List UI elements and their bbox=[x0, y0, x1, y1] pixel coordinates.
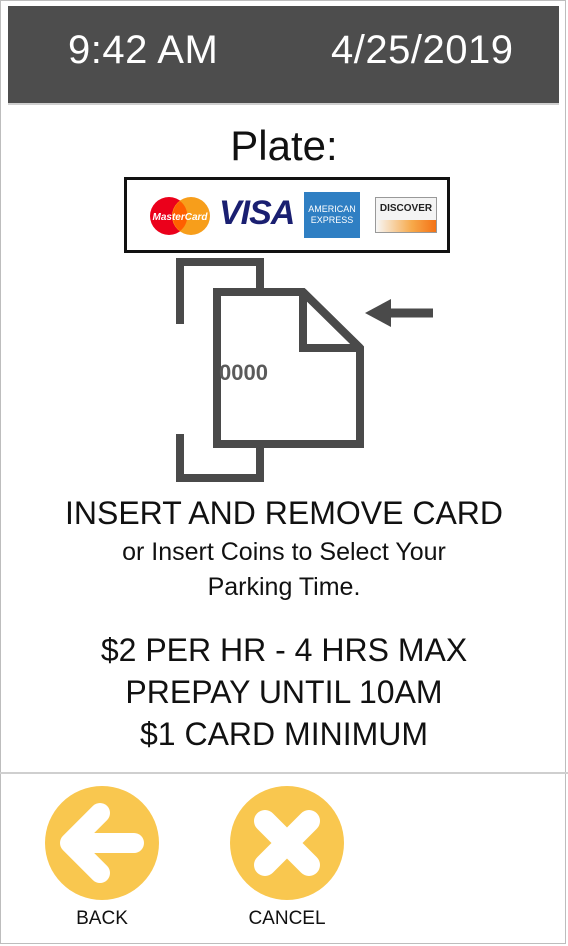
amex-logo: AMERICAN EXPRESS bbox=[304, 192, 360, 238]
amex-text-line1: AMERICAN bbox=[308, 204, 356, 214]
footer-divider bbox=[0, 772, 568, 774]
mastercard-logo: MasterCard bbox=[150, 197, 210, 235]
coins-instruction-line1: or Insert Coins to Select Your bbox=[122, 538, 446, 566]
clock-time: 9:42 AM bbox=[68, 28, 219, 72]
insert-card-instruction: INSERT AND REMOVE CARD bbox=[64, 495, 503, 531]
insert-card-icon: 0000 bbox=[176, 258, 433, 482]
x-icon[interactable] bbox=[229, 785, 345, 901]
rate-line: $1 CARD MINIMUM bbox=[139, 716, 428, 752]
rate-line: PREPAY UNTIL 10AM bbox=[125, 674, 443, 710]
left-arrow-icon[interactable] bbox=[44, 785, 160, 901]
discover-stripe bbox=[376, 220, 436, 232]
mastercard-text: MasterCard bbox=[152, 212, 208, 223]
amex-text-line2: EXPRESS bbox=[310, 215, 354, 225]
discover-logo: DISCOVER bbox=[375, 197, 437, 233]
plate-label: Plate: bbox=[230, 122, 338, 169]
rate-line: $2 PER HR - 4 HRS MAX bbox=[100, 632, 468, 668]
back-label[interactable]: BACK bbox=[42, 908, 162, 930]
visa-logo: VISA bbox=[219, 194, 295, 232]
accepted-cards-box: MasterCard VISA AMERICAN EXPRESS DISCOVE… bbox=[124, 177, 450, 253]
header-divider bbox=[8, 103, 559, 105]
back-button[interactable]: BACK bbox=[42, 785, 162, 935]
coins-instruction-line2: Parking Time. bbox=[207, 573, 361, 601]
status-header: 9:42 AM 4/25/2019 bbox=[8, 6, 559, 103]
current-date: 4/25/2019 bbox=[331, 28, 514, 72]
cancel-button[interactable]: CANCEL bbox=[227, 785, 347, 935]
card-number-fragment: 0000 bbox=[219, 360, 268, 385]
discover-text: DISCOVER bbox=[379, 203, 433, 214]
cancel-label[interactable]: CANCEL bbox=[227, 908, 347, 930]
